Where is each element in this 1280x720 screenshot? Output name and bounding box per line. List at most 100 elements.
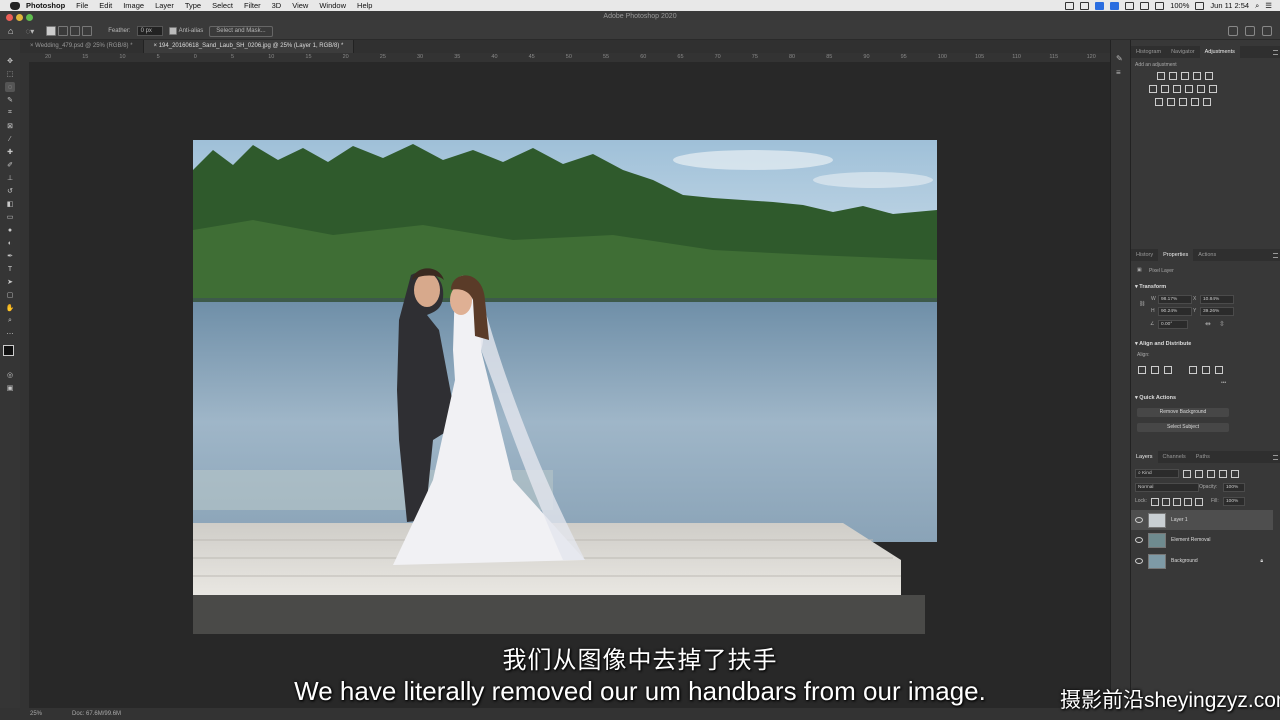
adjustment-preset-icon[interactable]	[1149, 85, 1157, 93]
y-input[interactable]: 39.26%	[1200, 307, 1234, 316]
home-icon[interactable]: ⌂	[8, 26, 13, 36]
adjustment-preset-icon[interactable]	[1161, 85, 1169, 93]
adjustment-preset-icon[interactable]	[1197, 85, 1205, 93]
type-tool-icon[interactable]: T	[5, 264, 15, 274]
adjustment-preset-icon[interactable]	[1209, 85, 1217, 93]
menu-layer[interactable]: Layer	[155, 1, 174, 10]
search-icon[interactable]	[1228, 26, 1238, 36]
foreground-color-swatch[interactable]	[3, 345, 14, 356]
tab-navigator[interactable]: Navigator	[1166, 46, 1200, 58]
intersect-selection-icon[interactable]	[82, 26, 93, 36]
tab-channels[interactable]: Channels	[1158, 451, 1191, 463]
width-input[interactable]: 98.17%	[1158, 295, 1192, 304]
link-icon[interactable]: ⛓	[1139, 301, 1145, 307]
filter-type-icon[interactable]	[1219, 470, 1227, 478]
close-window-button[interactable]	[6, 13, 13, 21]
visibility-eye-icon[interactable]	[1135, 537, 1143, 543]
menu-filter[interactable]: Filter	[244, 1, 261, 10]
x-input[interactable]: 10.84%	[1200, 295, 1234, 304]
add-selection-icon[interactable]	[58, 26, 69, 36]
adjustment-preset-icon[interactable]	[1155, 98, 1163, 106]
filter-type-icon[interactable]	[1195, 470, 1203, 478]
apple-icon[interactable]	[10, 1, 20, 10]
shape-tool-icon[interactable]: ▢	[5, 290, 15, 300]
menu-list-icon[interactable]: ☰	[1265, 1, 1272, 10]
more-tools-icon[interactable]: ⋯	[5, 329, 15, 339]
quick-mask-icon[interactable]: ◎	[5, 370, 15, 380]
select-subject-button[interactable]: Select Subject	[1137, 423, 1229, 432]
align-option-icon[interactable]	[1138, 366, 1146, 374]
menu-window[interactable]: Window	[319, 1, 346, 10]
status-icon[interactable]	[1095, 1, 1105, 10]
gradient-tool-icon[interactable]: ▭	[5, 212, 15, 222]
adjustment-preset-icon[interactable]	[1173, 85, 1181, 93]
zoom-window-button[interactable]	[26, 13, 33, 21]
lasso-preset-icon[interactable]: ◌▾	[25, 27, 34, 36]
flip-vertical-icon[interactable]: ⇳	[1219, 320, 1225, 328]
menu-file[interactable]: File	[76, 1, 88, 10]
flip-horizontal-icon[interactable]: ⇹	[1205, 320, 1211, 328]
panel-menu-icon[interactable]	[1273, 455, 1278, 460]
blend-mode-select[interactable]: Normal	[1135, 483, 1199, 492]
checkbox-icon[interactable]	[168, 27, 177, 35]
menu-select[interactable]: Select	[212, 1, 233, 10]
quick-actions-header[interactable]: ▾ Quick Actions	[1135, 395, 1176, 401]
panel-menu-icon[interactable]	[1273, 253, 1278, 258]
adjustment-preset-icon[interactable]	[1205, 72, 1213, 80]
layer-row-layer-1[interactable]: Layer 1	[1131, 510, 1273, 530]
panel-menu-icon[interactable]	[1273, 50, 1278, 55]
lock-option-icon[interactable]	[1184, 498, 1192, 506]
pen-tool-icon[interactable]: ✒	[5, 251, 15, 261]
antialias-checkbox[interactable]: Anti-alias	[168, 27, 203, 35]
adjustment-preset-icon[interactable]	[1167, 98, 1175, 106]
minimize-window-button[interactable]	[16, 13, 23, 21]
visibility-eye-icon[interactable]	[1135, 517, 1143, 523]
adjustment-preset-icon[interactable]	[1185, 85, 1193, 93]
menu-view[interactable]: View	[292, 1, 308, 10]
status-icon[interactable]	[1140, 1, 1150, 10]
layer-name[interactable]: Element Removal	[1171, 537, 1210, 543]
align-option-icon[interactable]	[1164, 366, 1172, 374]
menu-app-name[interactable]: Photoshop	[26, 1, 65, 10]
angle-input[interactable]: 0.00°	[1158, 320, 1188, 329]
lock-option-icon[interactable]	[1173, 498, 1181, 506]
tab-histogram[interactable]: Histogram	[1131, 46, 1166, 58]
align-option-icon[interactable]	[1202, 366, 1210, 374]
subtract-selection-icon[interactable]	[70, 26, 81, 36]
quick-selection-tool-icon[interactable]: ✎	[5, 95, 15, 105]
tab-history[interactable]: History	[1131, 249, 1158, 261]
share-icon[interactable]	[1262, 26, 1272, 36]
search-icon[interactable]: ⌕	[1255, 1, 1259, 11]
opacity-input[interactable]: 100%	[1223, 483, 1245, 492]
filter-type-icon[interactable]	[1231, 470, 1239, 478]
path-selection-tool-icon[interactable]: ➤	[5, 277, 15, 287]
lock-icon[interactable]: 🔒︎	[1260, 558, 1263, 564]
marquee-tool-icon[interactable]: ⬚	[5, 69, 15, 79]
status-icon[interactable]	[1125, 1, 1135, 10]
filter-type-icon[interactable]	[1183, 470, 1191, 478]
more-align-icon[interactable]: •••	[1221, 380, 1226, 386]
brush-tool-icon[interactable]: ✐	[5, 160, 15, 170]
adjustment-preset-icon[interactable]	[1179, 98, 1187, 106]
properties-panel-icon[interactable]: ≡	[1116, 68, 1121, 77]
eraser-tool-icon[interactable]: ◧	[5, 199, 15, 209]
remove-background-button[interactable]: Remove Background	[1137, 408, 1229, 417]
tab-wedding-psd[interactable]: × Wedding_479.psd @ 25% (RGB/8) *	[20, 40, 144, 53]
menu-edit[interactable]: Edit	[99, 1, 112, 10]
blur-tool-icon[interactable]: ●	[5, 225, 15, 235]
document-size[interactable]: Doc: 67.6M/99.6M	[72, 711, 121, 717]
layer-name[interactable]: Background	[1171, 558, 1198, 564]
select-and-mask-button[interactable]: Select and Mask...	[209, 25, 273, 37]
adjustment-preset-icon[interactable]	[1191, 98, 1199, 106]
fill-input[interactable]: 100%	[1223, 497, 1245, 506]
status-icon[interactable]	[1080, 1, 1090, 10]
adjustment-preset-icon[interactable]	[1203, 98, 1211, 106]
screen-mode-icon[interactable]: ▣	[5, 383, 15, 393]
status-icon[interactable]	[1110, 1, 1120, 10]
height-input[interactable]: 90.24%	[1158, 307, 1192, 316]
adjustment-preset-icon[interactable]	[1193, 72, 1201, 80]
lock-option-icon[interactable]	[1162, 498, 1170, 506]
battery-icon[interactable]	[1195, 1, 1205, 10]
tab-paths[interactable]: Paths	[1191, 451, 1215, 463]
lock-option-icon[interactable]	[1151, 498, 1159, 506]
